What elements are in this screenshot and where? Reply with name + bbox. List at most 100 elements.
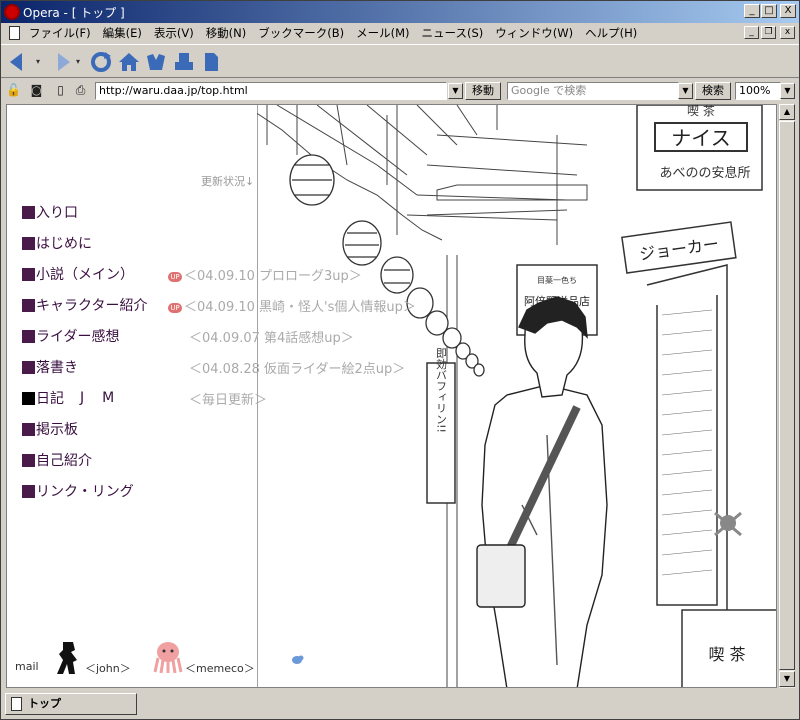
characters-update-note: UP ＜04.09.10 黒崎・怪人's個人情報up＞ [168,296,416,315]
sign-bafirin: 即効バフィリン!! [435,347,448,433]
page-info-icon[interactable]: ▯ [53,83,68,98]
nav-label[interactable]: 入り口 [36,202,78,222]
nav-entrance[interactable]: 入り口 [22,202,78,222]
nav-diary: 日記 J M [22,388,114,408]
novel-update-note: UP ＜04.09.10 プロローグ3up＞ [168,265,362,284]
close-button[interactable]: X [780,4,796,18]
nav-label[interactable]: 自己紹介 [36,450,92,470]
nav-profile[interactable]: 自己紹介 [22,450,92,470]
menu-help[interactable]: ヘルプ(H) [585,25,637,41]
tab-label[interactable]: トップ [28,697,61,710]
mdi-restore-button[interactable]: ❐ [761,26,776,39]
octopus-icon[interactable] [153,640,183,674]
update-text: ＜04.09.10 黒崎・怪人's個人情報up＞ [184,300,416,315]
page-icon[interactable] [199,50,223,74]
bullet-square [22,391,35,405]
menu-file[interactable]: ファイル(F) [29,25,91,41]
cookie-icon[interactable]: ◙ [29,83,44,98]
nav-novel[interactable]: 小説（メイン） [22,264,134,284]
sign-cafe-top: 喫 茶 [687,105,715,118]
update-status-label: 更新状況↓ [201,175,255,188]
john-figure-icon[interactable] [55,640,83,676]
print-icon[interactable] [172,50,196,74]
nav-label[interactable]: キャラクター紹介 [36,295,147,315]
bird-icon [292,655,304,664]
mail-label: mail [15,660,39,673]
diary-m-link[interactable]: M [102,390,114,406]
menu-bar: ファイル(F) 編集(E) 表示(V) 移動(N) ブックマーク(B) メール(… [1,23,799,43]
menu-bookmarks[interactable]: ブックマーク(B) [258,25,344,41]
nav-links[interactable]: リンク・リング [22,481,134,501]
home-icon[interactable] [117,50,141,74]
nav-label[interactable]: リンク・リング [36,481,134,501]
back-icon[interactable] [7,50,31,74]
window-title: Opera - [ トップ ] [23,6,125,20]
forward-history-dropdown-icon[interactable]: ▾ [73,50,83,74]
nav-label[interactable]: はじめに [36,233,92,253]
search-engine-dropdown-icon[interactable]: ▼ [678,83,693,99]
nav-characters[interactable]: キャラクター紹介 [22,295,147,315]
sign-nice: ナイス [671,126,730,150]
bullet-square [22,298,35,312]
nav-bbs[interactable]: 掲示板 [22,419,78,439]
arcade-illustration: 即効バフィリン!! 喫 茶 ナイス あべのの安息所 ジョーカー 目薬一色ち 阿倍… [257,105,776,687]
nav-introduction[interactable]: はじめに [22,233,92,253]
opera-logo-icon [4,4,20,20]
nav-label[interactable]: ライダー感想 [36,326,119,346]
forward-icon[interactable] [49,50,73,74]
bullet-square [22,267,35,281]
bullet-square [22,360,35,374]
sign-abe-resting: あべのの安息所 [659,165,750,181]
page-tab-icon [11,697,22,711]
maximize-button[interactable]: □ [761,4,777,18]
mail-footer: mail ＜john＞ ＜memeco＞ [15,640,315,680]
search-button[interactable]: 検索 [695,82,731,100]
diary-update-note: ＜毎日更新＞ [189,393,268,408]
tab-top[interactable]: トップ [5,693,137,715]
menu-navigate[interactable]: 移動(N) [206,25,247,41]
menu-window[interactable]: ウィンドウ(W) [495,25,573,41]
back-history-dropdown-icon[interactable]: ▾ [33,50,43,74]
john-mail-link[interactable]: ＜john＞ [85,660,131,676]
nav-label: 日記 [36,391,64,407]
skull-icon [714,511,742,537]
minimize-button[interactable]: _ [744,4,760,18]
sign-cafe-bottom: 喫 茶 [708,645,745,664]
mdi-minimize-button[interactable]: _ [744,26,759,39]
browser-window: Opera - [ トップ ] _ □ X ファイル(F) 編集(E) 表示(V… [0,0,800,720]
diary-j-link[interactable]: J [80,390,84,406]
scroll-up-icon[interactable]: ▲ [779,104,795,120]
reload-icon[interactable] [89,50,113,74]
nav-sketches[interactable]: 落書き [22,357,78,377]
menu-view[interactable]: 表示(V) [154,25,194,41]
up-badge-icon: UP [168,302,182,313]
bullet-square [22,329,35,343]
lock-icon[interactable]: 🔓 [6,83,21,98]
mdi-close-button[interactable]: x [780,26,795,39]
bullet-square [22,484,35,498]
page-tab-bar: トップ [1,691,799,719]
nav-rider-review[interactable]: ライダー感想 [22,326,119,346]
scroll-thumb[interactable] [779,121,795,670]
go-button[interactable]: 移動 [465,82,501,100]
bullet-square [22,236,35,250]
nav-label[interactable]: 小説（メイン） [36,264,134,284]
page-content: 即効バフィリン!! 喫 茶 ナイス あべのの安息所 ジョーカー 目薬一色ち 阿倍… [6,104,777,688]
menu-news[interactable]: ニュース(S) [422,25,484,41]
nav-label[interactable]: 掲示板 [36,419,78,439]
vertical-scrollbar[interactable]: ▲ ▼ [778,104,795,688]
zoom-select[interactable]: 100% [735,82,781,100]
menu-edit[interactable]: 編集(E) [103,25,142,41]
nav-label[interactable]: 落書き [36,357,78,377]
search-input[interactable]: Google で検索 [507,82,679,100]
bullet-square [22,422,35,436]
zoom-dropdown-icon[interactable]: ▼ [780,83,795,99]
url-dropdown-icon[interactable]: ▼ [448,83,463,99]
url-input[interactable]: http://waru.daa.jp/top.html [95,82,447,100]
print-preview-icon[interactable]: ⎙ [73,83,88,98]
rider-review-update-note: ＜04.09.07 第4話感想up＞ [189,331,354,346]
memeco-mail-link[interactable]: ＜memeco＞ [185,660,255,676]
menu-mail[interactable]: メール(M) [356,25,409,41]
hotlist-icon[interactable] [144,50,168,74]
scroll-down-icon[interactable]: ▼ [779,671,795,687]
